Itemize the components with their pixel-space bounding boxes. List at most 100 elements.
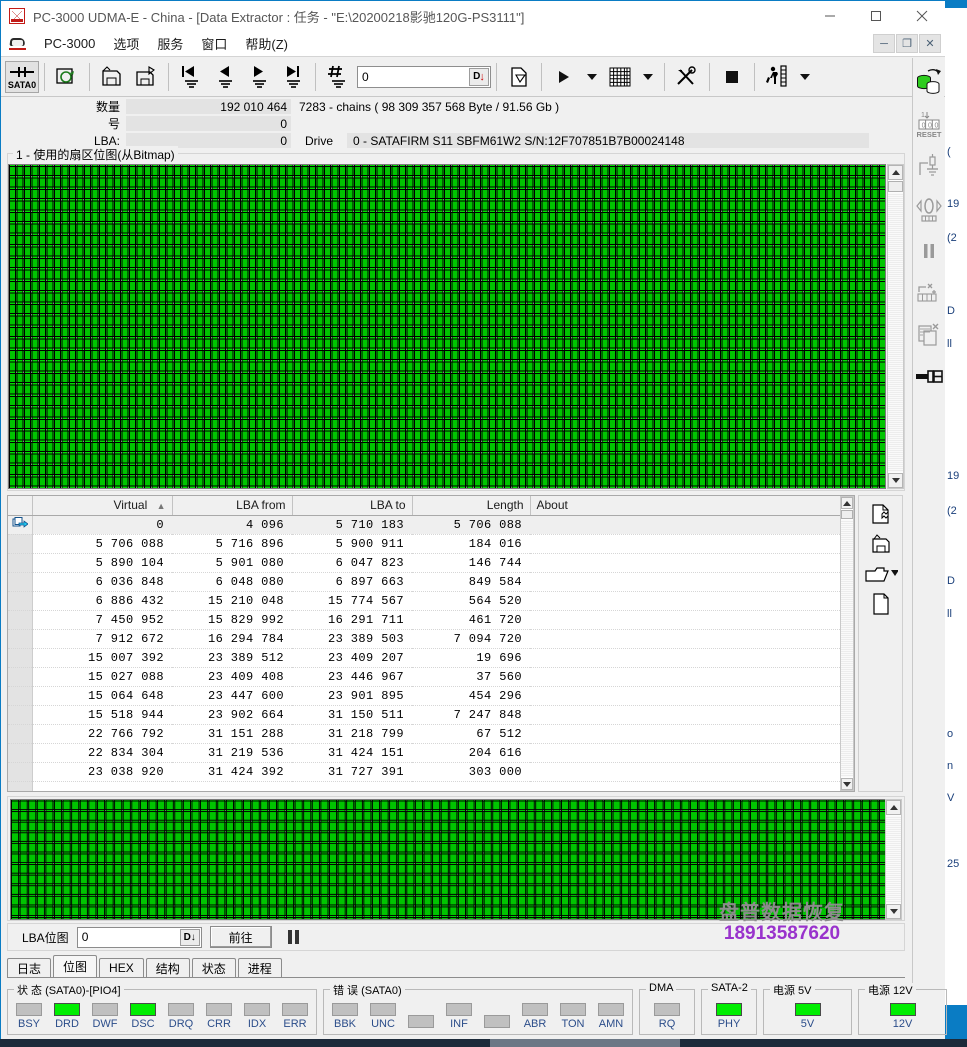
scroll-down-button[interactable] <box>888 473 903 488</box>
table-row[interactable]: 23 038 920 31 424 392 31 727 391 303 000 <box>8 762 854 782</box>
pause-icon[interactable] <box>287 930 299 944</box>
scrollbar-track[interactable] <box>841 520 853 777</box>
table-row[interactable]: 22 834 304 31 219 536 31 424 151 204 616 <box>8 743 854 763</box>
lba-bitmap-scrollbar[interactable] <box>885 799 902 920</box>
map-grid-dropdown-button[interactable] <box>637 61 659 93</box>
column-header-lba-from[interactable]: LBA from <box>172 496 293 516</box>
table-vertical-scrollbar[interactable] <box>840 496 854 791</box>
drive-copy-button[interactable] <box>914 62 944 104</box>
table-row[interactable]: 7 912 672 16 294 784 23 389 503 7 094 72… <box>8 629 854 649</box>
status-group-title: 状 态 (SATA0)-[PIO4] <box>14 982 124 998</box>
menu-item-window[interactable]: 窗口 <box>192 32 236 55</box>
run-button[interactable] <box>547 61 581 93</box>
save-map-button[interactable] <box>864 531 898 557</box>
scroll-up-button[interactable] <box>888 165 903 180</box>
close-button[interactable] <box>899 1 945 31</box>
minimize-button[interactable] <box>807 1 853 31</box>
mdi-restore-button[interactable]: ❐ <box>896 34 918 53</box>
menu-item-options[interactable]: 选项 <box>104 32 148 55</box>
first-record-button[interactable] <box>174 61 208 93</box>
bg-fragment: ll <box>947 338 952 350</box>
mdi-close-button[interactable]: ✕ <box>919 34 941 53</box>
new-task-button[interactable] <box>502 61 536 93</box>
reset-counters-button[interactable] <box>914 272 944 314</box>
scroll-up-button[interactable] <box>841 497 853 509</box>
goto-number-button[interactable] <box>321 61 355 93</box>
signal-probe-button[interactable] <box>914 146 944 188</box>
led-crr: CRR <box>204 1003 234 1030</box>
svg-text:SATA0: SATA0 <box>8 80 36 90</box>
scroll-up-button[interactable] <box>886 800 901 815</box>
column-header-about[interactable]: About <box>530 496 854 516</box>
open-map-button[interactable] <box>864 561 898 587</box>
tab-process[interactable]: 进程 <box>237 958 282 977</box>
save-as-task-button[interactable] <box>129 61 163 93</box>
mdi-minimize-button[interactable]: ─ <box>873 34 895 53</box>
pause-button[interactable] <box>914 230 944 272</box>
led-indicator <box>484 1015 510 1028</box>
cell-lba-to: 23 901 895 <box>292 686 412 706</box>
toolbar-number-input[interactable]: 0 D ↓ <box>357 65 491 88</box>
lba-bitmap-input[interactable]: 0 D ↓ <box>76 926 202 948</box>
scrollbar-thumb[interactable] <box>841 510 853 519</box>
next-record-button[interactable] <box>242 61 276 93</box>
bg-fragment: o <box>947 728 954 740</box>
background-window[interactable]: ( 19 (2 D ll 19 (2 D ll o n V 25 <box>944 0 967 1047</box>
column-header-virtual[interactable]: Virtual ▲ <box>32 496 173 516</box>
bitmap-vertical-scrollbar[interactable] <box>887 164 904 489</box>
scroll-down-button[interactable] <box>886 904 901 919</box>
scrollbar-track[interactable] <box>886 816 901 903</box>
table-row[interactable]: 15 064 648 23 447 600 23 901 895 454 296 <box>8 686 854 706</box>
clear-copy-button[interactable] <box>914 314 944 356</box>
tab-hex[interactable]: HEX <box>99 958 144 977</box>
menu-item-pc3000[interactable]: PC-3000 <box>35 34 104 53</box>
run-manual-button[interactable] <box>760 61 794 93</box>
last-record-button[interactable] <box>276 61 310 93</box>
run-manual-dropdown-button[interactable] <box>794 61 816 93</box>
triangle-down-icon <box>891 478 900 483</box>
cable-config-button[interactable] <box>914 356 944 398</box>
scrollbar-thumb[interactable] <box>888 181 903 192</box>
lba-bitmap-canvas[interactable] <box>10 799 886 920</box>
reset-counter-button[interactable]: 1 0 0 0 RESET <box>914 104 944 146</box>
table-row[interactable]: 5 706 088 5 716 896 5 900 911 184 016 <box>8 534 854 554</box>
tab-status[interactable]: 状态 <box>191 958 236 977</box>
tab-bitmap[interactable]: 位图 <box>53 955 98 977</box>
dec-mode-button[interactable]: D ↓ <box>469 67 489 86</box>
scrollbar-track[interactable] <box>888 193 903 472</box>
save-task-button[interactable] <box>95 61 129 93</box>
map-grid-button[interactable] <box>603 61 637 93</box>
column-header-length[interactable]: Length <box>412 496 531 516</box>
maximize-button[interactable] <box>853 1 899 31</box>
sector-bitmap-canvas[interactable] <box>8 164 886 489</box>
toolbar-separator <box>541 62 542 91</box>
table-row[interactable]: 6 036 848 6 048 080 6 897 663 849 584 <box>8 572 854 592</box>
table-row[interactable]: 15 027 088 23 409 408 23 446 967 37 560 <box>8 667 854 687</box>
scroll-down-button[interactable] <box>841 778 853 790</box>
table-row[interactable]: 5 890 104 5 901 080 6 047 823 146 744 <box>8 553 854 573</box>
add-map-button[interactable] <box>864 501 898 527</box>
table-row[interactable]: 22 766 792 31 151 288 31 218 799 67 512 <box>8 724 854 744</box>
table-row[interactable]: 7 450 952 15 829 992 16 291 711 461 720 <box>8 610 854 630</box>
measure-button[interactable] <box>914 188 944 230</box>
stop-button[interactable] <box>715 61 749 93</box>
tools-button[interactable] <box>670 61 704 93</box>
sata0-port-button[interactable]: SATA0 <box>5 60 39 93</box>
table-row[interactable]: 0 4 096 5 710 183 5 706 088 <box>8 515 854 535</box>
menu-item-service[interactable]: 服务 <box>148 32 192 55</box>
menu-item-help[interactable]: 帮助(Z) <box>236 32 297 55</box>
tab-structure[interactable]: 结构 <box>145 958 190 977</box>
table-row[interactable]: 15 518 944 23 902 664 31 150 511 7 247 8… <box>8 705 854 725</box>
table-row[interactable]: 15 007 392 23 389 512 23 409 207 19 696 <box>8 648 854 668</box>
refresh-drive-button[interactable] <box>50 61 84 93</box>
goto-button[interactable]: 前往 <box>209 926 272 948</box>
dec-mode-button[interactable]: D ↓ <box>179 928 200 946</box>
row-marker <box>8 686 33 706</box>
run-dropdown-button[interactable] <box>581 61 603 93</box>
column-header-lba-to[interactable]: LBA to <box>292 496 413 516</box>
new-map-button[interactable] <box>864 591 898 617</box>
table-row[interactable]: 6 886 432 15 210 048 15 774 567 564 520 <box>8 591 854 611</box>
tab-log[interactable]: 日志 <box>7 958 52 977</box>
prev-record-button[interactable] <box>208 61 242 93</box>
map-table[interactable]: Virtual ▲ LBA from LBA to Length About 0… <box>7 495 855 792</box>
